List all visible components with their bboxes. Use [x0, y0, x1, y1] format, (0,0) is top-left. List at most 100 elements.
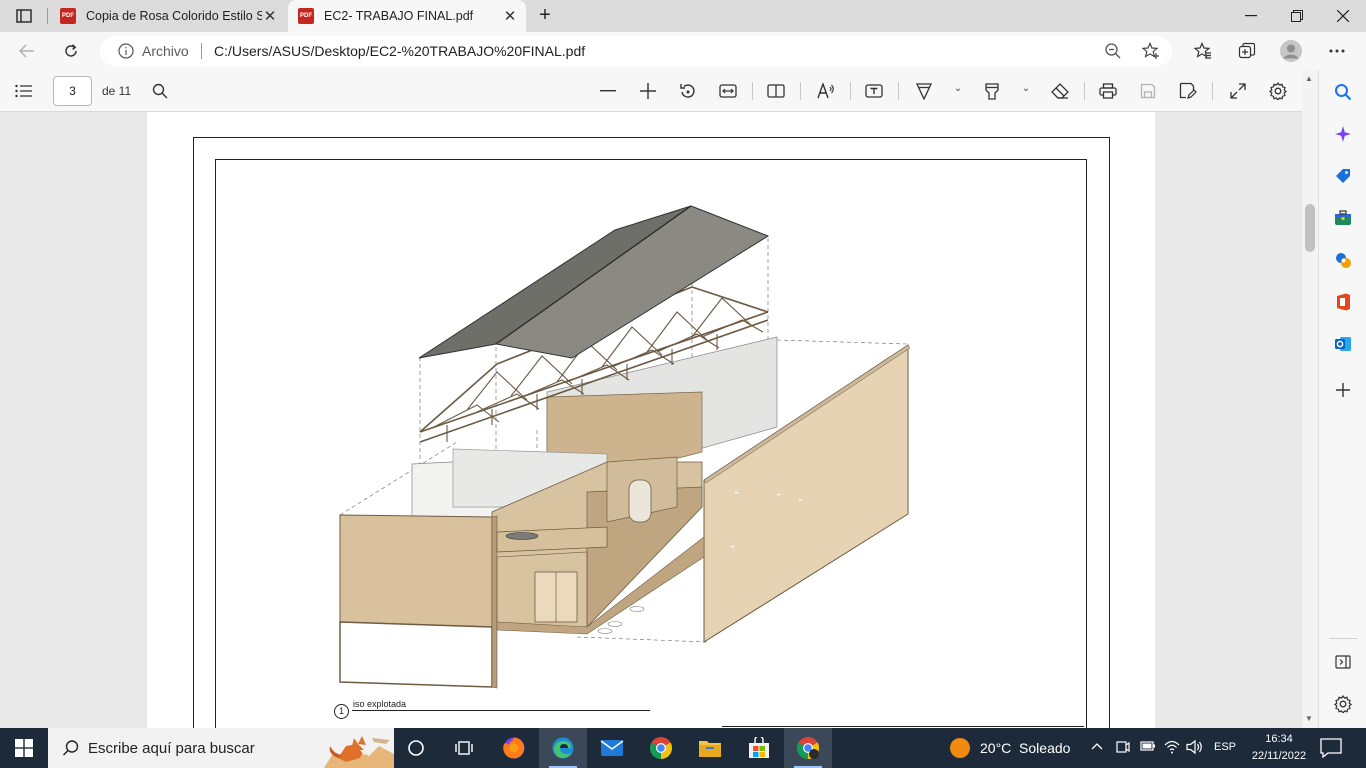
page-number-input[interactable]: 3 — [53, 76, 92, 106]
tab-title: EC2- TRABAJO FINAL.pdf — [324, 9, 474, 23]
close-window-button[interactable] — [1320, 0, 1366, 32]
search-placeholder: Escribe aquí para buscar — [88, 740, 255, 757]
pdf-page: 1 iso explotada — [147, 112, 1155, 728]
mail-icon[interactable] — [588, 728, 636, 768]
draw-icon[interactable] — [914, 81, 934, 101]
print-icon[interactable] — [1098, 81, 1118, 101]
windows-logo-icon — [15, 739, 33, 757]
zoom-out-icon[interactable] — [598, 81, 618, 101]
office-icon[interactable] — [1333, 292, 1353, 312]
navigation-bar: Archivo C:/Users/ASUS/Desktop/EC2-%20TRA… — [0, 32, 1366, 70]
read-aloud-icon[interactable] — [816, 81, 836, 101]
restore-button[interactable] — [1274, 0, 1320, 32]
security-label: Archivo — [142, 43, 189, 59]
profile-avatar[interactable] — [1278, 38, 1304, 64]
edge-app-icon[interactable] — [539, 728, 587, 768]
search-icon[interactable] — [150, 81, 170, 101]
refresh-button[interactable] — [58, 38, 84, 64]
zoom-in-icon[interactable] — [638, 81, 658, 101]
tab-copia-rosa[interactable]: PDF Copia de Rosa Colorido Estilo Se ✕ — [50, 0, 286, 32]
search-icon — [62, 740, 79, 756]
add-favorite-icon[interactable] — [1142, 42, 1160, 60]
eraser-icon[interactable] — [1050, 81, 1070, 101]
fit-to-width-icon[interactable] — [718, 81, 738, 101]
search-icon[interactable] — [1333, 82, 1353, 102]
chrome-icon[interactable] — [637, 728, 685, 768]
back-button[interactable] — [14, 38, 40, 64]
favorites-icon[interactable] — [1190, 38, 1216, 64]
close-icon[interactable]: ✕ — [262, 7, 278, 25]
url-text[interactable]: C:/Users/ASUS/Desktop/EC2-%20TRABAJO%20F… — [214, 43, 585, 59]
chevron-down-icon[interactable]: ⌄ — [1020, 83, 1032, 99]
microsoft-store-icon[interactable] — [735, 728, 783, 768]
rotate-icon[interactable] — [678, 81, 698, 101]
file-explorer-icon[interactable] — [686, 728, 734, 768]
minimize-button[interactable] — [1228, 0, 1274, 32]
add-icon[interactable] — [1333, 380, 1353, 400]
pdf-toolbar: 3 de 11 ⌄ ⌄ — [0, 70, 1318, 112]
toolbar-separator — [898, 82, 899, 100]
copilot-sparkle-icon[interactable] — [1333, 124, 1353, 144]
pdf-viewer[interactable]: 1 iso explotada — [0, 112, 1302, 728]
cortana-icon[interactable] — [392, 728, 440, 768]
settings-gear-icon[interactable] — [1268, 81, 1288, 101]
toolbar-separator — [752, 82, 753, 100]
search-highlight-fox-icon — [324, 736, 394, 768]
page-total-label: de 11 — [102, 84, 132, 98]
address-bar[interactable]: Archivo C:/Users/ASUS/Desktop/EC2-%20TRA… — [100, 36, 1172, 66]
show-hidden-icons-chevron[interactable] — [1091, 739, 1103, 753]
scrollbar-thumb[interactable] — [1305, 204, 1315, 252]
games-icon[interactable] — [1333, 250, 1353, 270]
weather-widget[interactable]: 20°C Soleado — [950, 728, 1070, 768]
tools-briefcase-icon[interactable] — [1333, 208, 1353, 228]
tab-title: Copia de Rosa Colorido Estilo Se — [86, 9, 262, 23]
caption-underline — [352, 710, 650, 711]
firefox-icon[interactable] — [490, 728, 538, 768]
start-button[interactable] — [0, 728, 48, 768]
wifi-icon[interactable] — [1164, 739, 1180, 758]
outlook-icon[interactable] — [1333, 334, 1353, 354]
hide-sidebar-icon[interactable] — [1333, 652, 1353, 672]
chrome-profile-icon[interactable] — [784, 728, 832, 768]
vertical-scrollbar[interactable]: ▲ ▼ — [1302, 70, 1318, 728]
tab-actions-icon[interactable] — [10, 6, 38, 26]
collections-icon[interactable] — [1234, 38, 1260, 64]
highlight-icon[interactable] — [982, 81, 1002, 101]
toolbar-separator — [1084, 82, 1085, 100]
clock[interactable]: 16:34 22/11/2022 — [1242, 731, 1316, 765]
shopping-tag-icon[interactable] — [1333, 166, 1353, 186]
edge-sidebar — [1318, 70, 1366, 728]
exploded-isometric-drawing — [339, 205, 911, 689]
tab-ec2-trabajo-final[interactable]: PDF EC2- TRABAJO FINAL.pdf ✕ — [288, 0, 526, 32]
battery-icon[interactable] — [1140, 739, 1156, 756]
more-options-icon[interactable] — [1324, 38, 1350, 64]
volume-icon[interactable] — [1186, 739, 1204, 758]
sun-icon — [950, 738, 970, 758]
clock-time: 16:34 — [1265, 733, 1293, 745]
drawing-caption: iso explotada — [353, 699, 407, 709]
omnibox-separator — [201, 43, 202, 59]
meet-now-icon[interactable] — [1116, 739, 1130, 758]
page-view-icon[interactable] — [766, 81, 786, 101]
notification-center-icon[interactable] — [1320, 738, 1342, 758]
tab-strip: PDF Copia de Rosa Colorido Estilo Se ✕ P… — [0, 0, 1366, 32]
fullscreen-icon[interactable] — [1228, 81, 1248, 101]
add-text-icon[interactable] — [864, 81, 884, 101]
info-icon[interactable] — [118, 43, 134, 59]
settings-gear-icon[interactable] — [1333, 694, 1353, 714]
scroll-up-icon[interactable]: ▲ — [1305, 74, 1313, 83]
chevron-down-icon[interactable]: ⌄ — [952, 83, 964, 99]
scroll-down-icon[interactable]: ▼ — [1305, 714, 1313, 723]
close-icon[interactable]: ✕ — [502, 7, 518, 25]
weather-text: 20°C Soleado — [980, 740, 1071, 756]
language-indicator[interactable]: ESP — [1214, 741, 1236, 753]
save-icon[interactable] — [1138, 81, 1158, 101]
table-of-contents-icon[interactable] — [14, 81, 34, 101]
taskbar-search-box[interactable]: Escribe aquí para buscar — [48, 728, 394, 768]
new-tab-button[interactable]: + — [534, 4, 556, 26]
zoom-out-icon[interactable] — [1104, 42, 1122, 60]
drawing-number-badge: 1 — [334, 704, 349, 719]
save-as-icon[interactable] — [1178, 81, 1198, 101]
sidebar-separator — [1329, 638, 1357, 639]
task-view-icon[interactable] — [440, 728, 488, 768]
